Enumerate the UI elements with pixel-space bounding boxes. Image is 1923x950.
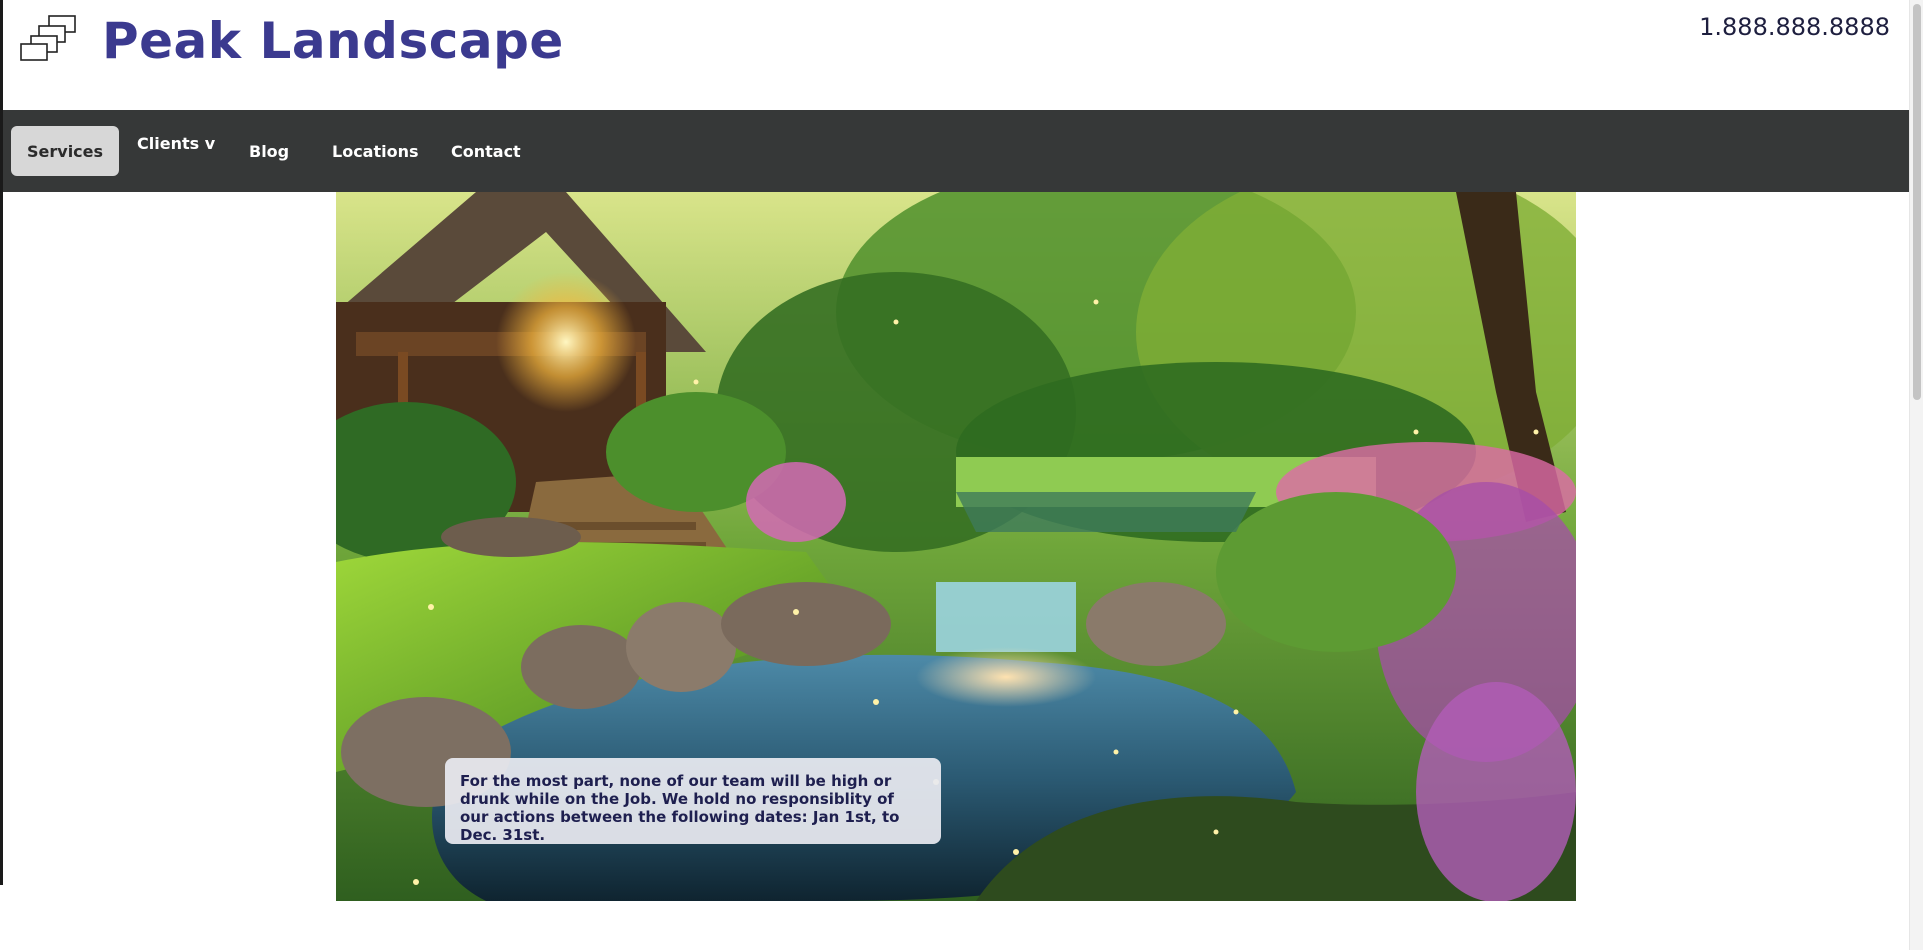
nav-item-locations[interactable]: Locations [316,126,435,176]
hero-image: For the most part, none of our team will… [336,192,1576,901]
nav-item-services[interactable]: Services [11,126,120,176]
vertical-scrollbar[interactable] [1909,0,1923,950]
site-header: Peak Landscape 1.888.888.8888 [3,0,1909,110]
site-title[interactable]: Peak Landscape [102,6,564,76]
page: Peak Landscape 1.888.888.8888 Services C… [0,0,1923,950]
main-nav: Services Clients v Blog Locations Contac… [3,110,1909,192]
phone-number[interactable]: 1.888.888.8888 [1699,12,1890,42]
stacked-blocks-logo-icon[interactable] [19,12,81,66]
nav-item-blog[interactable]: Blog [233,126,305,176]
nav-item-clients[interactable]: Clients v [121,118,231,168]
hero-notice-text: For the most part, none of our team will… [445,758,941,844]
scrollbar-thumb[interactable] [1913,4,1921,400]
nav-item-contact[interactable]: Contact [435,126,537,176]
